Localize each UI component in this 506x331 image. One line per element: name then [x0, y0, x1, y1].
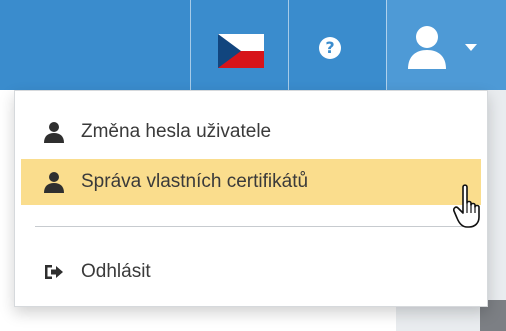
language-switcher[interactable]	[190, 0, 288, 90]
sign-out-icon	[45, 265, 63, 279]
help-icon: ?	[319, 37, 341, 59]
chevron-down-icon	[465, 44, 477, 51]
menu-item-label: Odhlásit	[81, 261, 151, 282]
user-icon	[408, 26, 446, 69]
hand-pointer-icon	[453, 184, 480, 228]
menu-divider	[35, 226, 471, 227]
user-icon	[44, 122, 64, 143]
top-navbar: ?	[0, 0, 506, 90]
user-dropdown-menu: Změna hesla uživatele Správa vlastních c…	[14, 90, 488, 307]
menu-item-label: Správa vlastních certifikátů	[81, 171, 309, 192]
menu-item-change-password[interactable]: Změna hesla uživatele	[21, 109, 481, 155]
menu-item-label: Změna hesla uživatele	[81, 121, 272, 142]
user-icon	[44, 172, 64, 193]
czech-flag-icon	[218, 34, 264, 68]
help-button[interactable]: ?	[288, 0, 386, 90]
user-menu-toggle[interactable]	[386, 0, 506, 90]
menu-item-manage-certificates[interactable]: Správa vlastních certifikátů	[21, 159, 481, 205]
menu-item-logout[interactable]: Odhlásit	[21, 249, 481, 295]
